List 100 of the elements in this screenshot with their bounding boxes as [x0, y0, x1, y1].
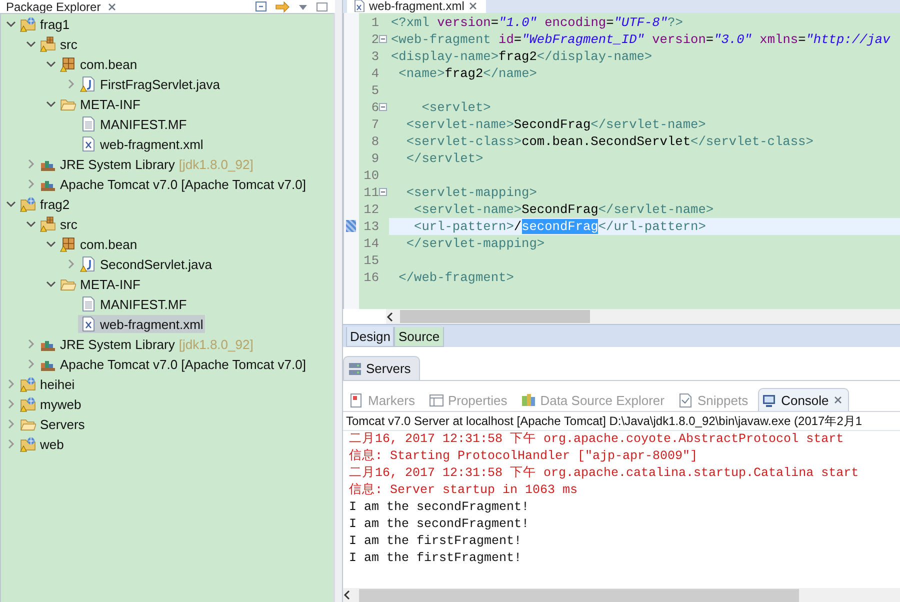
- console-line: 二月16, 2017 12:31:58 下午 org.apache.coyote.AbstractProtocol start: [348, 431, 845, 448]
- line-number: 5: [370, 82, 379, 98]
- line-number: 9: [370, 150, 379, 166]
- fold-toggle[interactable]: [379, 103, 387, 112]
- horizontal-scrollbar[interactable]: [386, 309, 900, 324]
- code-line: <servlet-name>SecondFrag</servlet-name>: [413, 200, 715, 218]
- tree-item[interactable]: myweb: [18, 395, 84, 413]
- editor-tab[interactable]: Design: [346, 326, 394, 347]
- java-file-icon: [80, 76, 96, 92]
- source-folder-icon: [40, 36, 56, 52]
- code-line: <display-name>frag2</display-name>: [390, 48, 654, 65]
- java-file-icon: [80, 256, 96, 272]
- horizontal-scrollbar[interactable]: [343, 588, 900, 602]
- editor-tab[interactable]: web-fragment.xml: [347, 0, 486, 13]
- tree-item[interactable]: Apache Tomcat v7.0 [Apache Tomcat v7.0]: [38, 355, 308, 373]
- tree-item[interactable]: web-fragment.xml: [78, 135, 206, 153]
- project-icon: [20, 16, 36, 32]
- tree-item[interactable]: JRE System Library [jdk1.8.0_92]: [38, 335, 256, 353]
- project-icon: [20, 396, 36, 412]
- tree-item[interactable]: src: [38, 215, 80, 233]
- line-number: 3: [370, 48, 379, 64]
- line-number: 4: [370, 66, 379, 81]
- link-arrows-icon[interactable]: [275, 0, 291, 12]
- properties-icon: [428, 392, 444, 408]
- scroll-left-icon[interactable]: [386, 312, 394, 322]
- line-number: 2: [370, 32, 379, 47]
- code-line: <servlet>: [420, 98, 492, 116]
- line-number: 13: [362, 218, 379, 234]
- line-number: 7: [370, 116, 379, 132]
- line-number: 14: [362, 236, 379, 251]
- annotation-marker[interactable]: [346, 220, 356, 232]
- tree-item[interactable]: SecondServlet.java: [78, 255, 214, 273]
- project-icon: [20, 196, 36, 212]
- tree-item[interactable]: com.bean: [58, 55, 140, 73]
- tree-item[interactable]: src: [38, 35, 80, 53]
- xml-file-icon: [80, 316, 96, 332]
- servers-icon: [348, 362, 362, 376]
- tree-item[interactable]: web: [18, 435, 66, 453]
- view-tab[interactable]: Servers: [343, 356, 420, 380]
- code-line: </web-fragment>: [398, 268, 515, 286]
- tree-item[interactable]: MANIFEST.MF: [78, 295, 189, 313]
- line-number: 1: [370, 14, 379, 30]
- line-number: 12: [362, 202, 379, 217]
- tree-item[interactable]: Servers: [18, 415, 87, 433]
- line-number: 16: [362, 270, 379, 285]
- fold-toggle[interactable]: [379, 35, 387, 44]
- tree-item[interactable]: META-INF: [58, 275, 142, 293]
- collapse-all-icon[interactable]: [255, 0, 269, 12]
- line-number: 6: [370, 100, 379, 115]
- close-icon[interactable]: [832, 395, 843, 405]
- editor-tab[interactable]: Source: [394, 326, 444, 347]
- markers-icon: [349, 392, 364, 408]
- tree-item[interactable]: frag1: [18, 15, 72, 33]
- source-folder-icon: [40, 216, 56, 232]
- code-line: <servlet-mapping>: [405, 184, 538, 201]
- database-icon: [521, 392, 536, 408]
- code-line: <name>frag2</name>: [398, 64, 538, 82]
- tree-item[interactable]: JRE System Library [jdk1.8.0_92]: [38, 155, 256, 173]
- fold-toggle[interactable]: [379, 188, 387, 196]
- console-line: I am the firstFragment!: [348, 533, 523, 550]
- console-line: 二月16, 2017 12:31:58 下午 org.apache.catalina.startup.Catalina start: [348, 465, 860, 482]
- tree-item[interactable]: com.bean: [58, 235, 140, 253]
- project-icon: [20, 376, 36, 392]
- console-icon: [762, 392, 778, 408]
- minimize-icon[interactable]: [315, 0, 329, 12]
- xml-file-icon: [80, 136, 96, 152]
- line-number: 8: [370, 134, 379, 149]
- process-title: Tomcat v7.0 Server at localhost [Apache Tomcat] D:\Java\jdk1.8.0_92\bin\javaw.exe (2017年2月1: [343, 412, 900, 431]
- console-line: I am the secondFragment!: [348, 499, 530, 516]
- close-icon[interactable]: [106, 2, 117, 12]
- console-line: 信息: Starting ProtocolHandler ["ajp-apr-8009"]: [348, 448, 699, 465]
- console-line: 信息: Server startup in 1063 ms: [348, 482, 579, 499]
- snippets-icon: [678, 392, 694, 408]
- close-icon[interactable]: [468, 1, 478, 12]
- line-number: 10: [362, 168, 379, 183]
- code-line: <?xml version="1.0" encoding="UTF-8"?>: [390, 14, 684, 31]
- tree-item[interactable]: heihei: [18, 375, 77, 393]
- tree-item[interactable]: MANIFEST.MF: [78, 115, 189, 133]
- text-file-icon: [80, 116, 96, 132]
- code-line: <servlet-class>com.bean.SecondServlet</servlet-class>: [405, 132, 814, 150]
- view-tab[interactable]: Console: [758, 388, 849, 411]
- xml-file-icon: [353, 0, 365, 12]
- panel-title: Package Explorer: [6, 0, 101, 13]
- line-number: 15: [362, 252, 379, 268]
- line-number: 11: [362, 184, 379, 200]
- package-icon: [60, 236, 76, 252]
- project-icon: [20, 436, 36, 452]
- text-file-icon: [80, 296, 96, 312]
- package-icon: [60, 56, 76, 72]
- console-line: I am the firstFragment!: [348, 550, 523, 567]
- code-line: </servlet>: [405, 150, 484, 167]
- console-line: I am the secondFragment!: [348, 516, 530, 533]
- tree-item[interactable]: Apache Tomcat v7.0 [Apache Tomcat v7.0]: [38, 175, 308, 193]
- tree-item[interactable]: META-INF: [58, 95, 142, 113]
- tree-item[interactable]: web-fragment.xml: [78, 315, 206, 333]
- code-line: <web-fragment id="WebFragment_ID" version="3.0" xmlns="http://jav: [390, 30, 892, 48]
- tree-item[interactable]: frag2: [18, 195, 72, 213]
- scroll-left-icon[interactable]: [343, 590, 351, 600]
- code-line: <servlet-name>SecondFrag</servlet-name>: [405, 116, 707, 133]
- tree-item[interactable]: FirstFragServlet.java: [78, 75, 222, 93]
